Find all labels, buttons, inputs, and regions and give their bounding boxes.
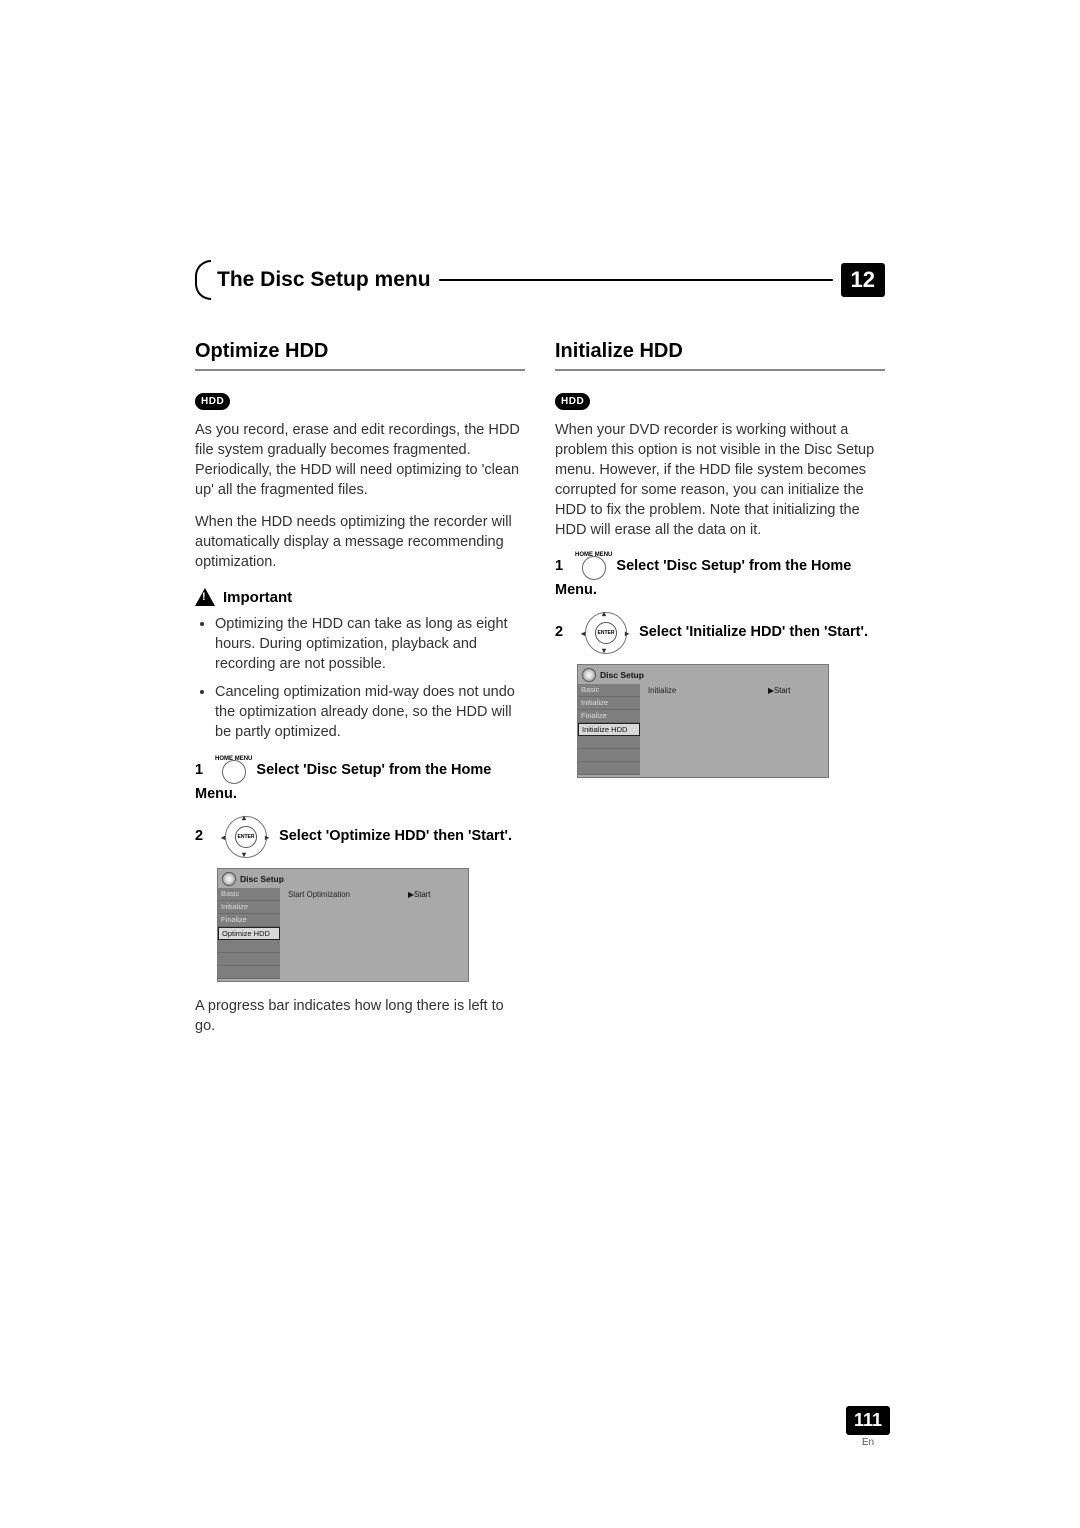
screenshot-menu-item: Finalize (578, 710, 640, 723)
screenshot-title-row: Disc Setup (578, 665, 828, 684)
enter-dpad-icon: ENTER ▴ ▾ ◂ ▸ (221, 814, 269, 858)
arrow-left-icon: ◂ (581, 628, 585, 639)
screenshot-title-row: Disc Setup (218, 869, 468, 888)
screenshot-body: Basic Initialize Finalize Optimize HDD S… (218, 888, 468, 979)
screenshot-menu-list: Basic Initialize Finalize Initialize HDD (578, 684, 640, 775)
optimize-step-2: 2 ENTER ▴ ▾ ◂ ▸ Select 'Optimize HDD' th… (195, 814, 525, 858)
important-label: Important (223, 589, 292, 606)
screenshot-title: Disc Setup (240, 874, 284, 884)
important-bullet-list: Optimizing the HDD can take as long as e… (195, 614, 525, 742)
screenshot-body: Basic Initialize Finalize Initialize HDD… (578, 684, 828, 775)
chapter-header: The Disc Setup menu 12 (195, 260, 885, 300)
screenshot-menu-empty (218, 966, 280, 979)
arrow-right-icon: ▸ (265, 832, 269, 843)
initialize-step-2: 2 ENTER ▴ ▾ ◂ ▸ Select 'Initialize HDD' … (555, 610, 885, 654)
screenshot-menu-empty (578, 762, 640, 775)
step-number: 2 (555, 622, 571, 642)
arrow-down-icon: ▾ (602, 645, 606, 656)
optimize-step-1: 1 HOME MENU Select 'Disc Setup' from the… (195, 756, 525, 804)
screenshot-start-label: ▶Start (408, 888, 468, 899)
important-bullet: Canceling optimization mid-way does not … (215, 682, 525, 742)
screenshot-menu-empty (218, 940, 280, 953)
page-number-value: 111 (846, 1406, 890, 1435)
screenshot-menu-list: Basic Initialize Finalize Optimize HDD (218, 888, 280, 979)
home-menu-button-icon (222, 760, 246, 784)
screenshot-menu-item: Basic (218, 888, 280, 901)
section-divider (195, 369, 525, 371)
content-columns: Optimize HDD HDD As you record, erase an… (195, 340, 885, 1048)
initialize-step-1: 1 HOME MENU Select 'Disc Setup' from the… (555, 552, 885, 600)
screenshot-menu-empty (578, 749, 640, 762)
section-divider (555, 369, 885, 371)
screenshot-menu-item: Finalize (218, 914, 280, 927)
arrow-up-icon: ▴ (242, 812, 246, 823)
screenshot-menu-empty (578, 736, 640, 749)
optimize-paragraph-1: As you record, erase and edit recordings… (195, 420, 525, 500)
disc-icon (222, 872, 236, 886)
screenshot-menu-item: Initialize (218, 901, 280, 914)
screenshot-action-column: ▶Start (408, 888, 468, 979)
step-number: 1 (195, 760, 211, 780)
home-menu-button-icon (582, 556, 606, 580)
arrow-right-icon: ▸ (625, 628, 629, 639)
chapter-number-badge: 12 (841, 263, 885, 297)
enter-dpad-icon: ENTER ▴ ▾ ◂ ▸ (581, 610, 629, 654)
optimize-footer-text: A progress bar indicates how long there … (195, 996, 525, 1036)
right-column: Initialize HDD HDD When your DVD recorde… (555, 340, 885, 1048)
arrow-left-icon: ◂ (221, 832, 225, 843)
important-heading: Important (195, 588, 525, 606)
left-column: Optimize HDD HDD As you record, erase an… (195, 340, 525, 1048)
disc-icon (582, 668, 596, 682)
section-heading-optimize: Optimize HDD (195, 340, 525, 363)
arrow-up-icon: ▴ (602, 608, 606, 619)
step-text: Select 'Optimize HDD' then 'Start'. (279, 828, 512, 844)
screenshot-menu-item-selected: Optimize HDD (218, 927, 280, 940)
initialize-paragraph-1: When your DVD recorder is working withou… (555, 420, 885, 540)
chapter-title: The Disc Setup menu (217, 268, 431, 292)
disc-setup-screenshot-initialize: Disc Setup Basic Initialize Finalize Ini… (577, 664, 829, 778)
hdd-badge: HDD (195, 393, 230, 410)
step-number: 1 (555, 556, 571, 576)
screenshot-menu-empty (218, 953, 280, 966)
screenshot-menu-item: Initialize (578, 697, 640, 710)
step-number: 2 (195, 826, 211, 846)
screenshot-option-column: Start Optimization (280, 888, 408, 979)
arrow-down-icon: ▾ (242, 849, 246, 860)
page-number: 111 En (846, 1406, 890, 1448)
screenshot-title: Disc Setup (600, 670, 644, 680)
header-ornament (195, 260, 211, 300)
screenshot-menu-item: Basic (578, 684, 640, 697)
screenshot-option: Initialize (648, 684, 768, 695)
step-text: Select 'Initialize HDD' then 'Start'. (639, 624, 868, 640)
warning-icon (195, 588, 215, 606)
screenshot-action-column: ▶Start (768, 684, 828, 775)
optimize-paragraph-2: When the HDD needs optimizing the record… (195, 512, 525, 572)
screenshot-option-column: Initialize (640, 684, 768, 775)
important-bullet: Optimizing the HDD can take as long as e… (215, 614, 525, 674)
section-heading-initialize: Initialize HDD (555, 340, 885, 363)
page-language: En (846, 1437, 890, 1448)
screenshot-menu-item-selected: Initialize HDD (578, 723, 640, 736)
header-rule (439, 279, 833, 281)
manual-page: The Disc Setup menu 12 Optimize HDD HDD … (0, 0, 1080, 1528)
disc-setup-screenshot-optimize: Disc Setup Basic Initialize Finalize Opt… (217, 868, 469, 982)
screenshot-option: Start Optimization (288, 888, 408, 899)
hdd-badge: HDD (555, 393, 590, 410)
screenshot-start-label: ▶Start (768, 684, 828, 695)
